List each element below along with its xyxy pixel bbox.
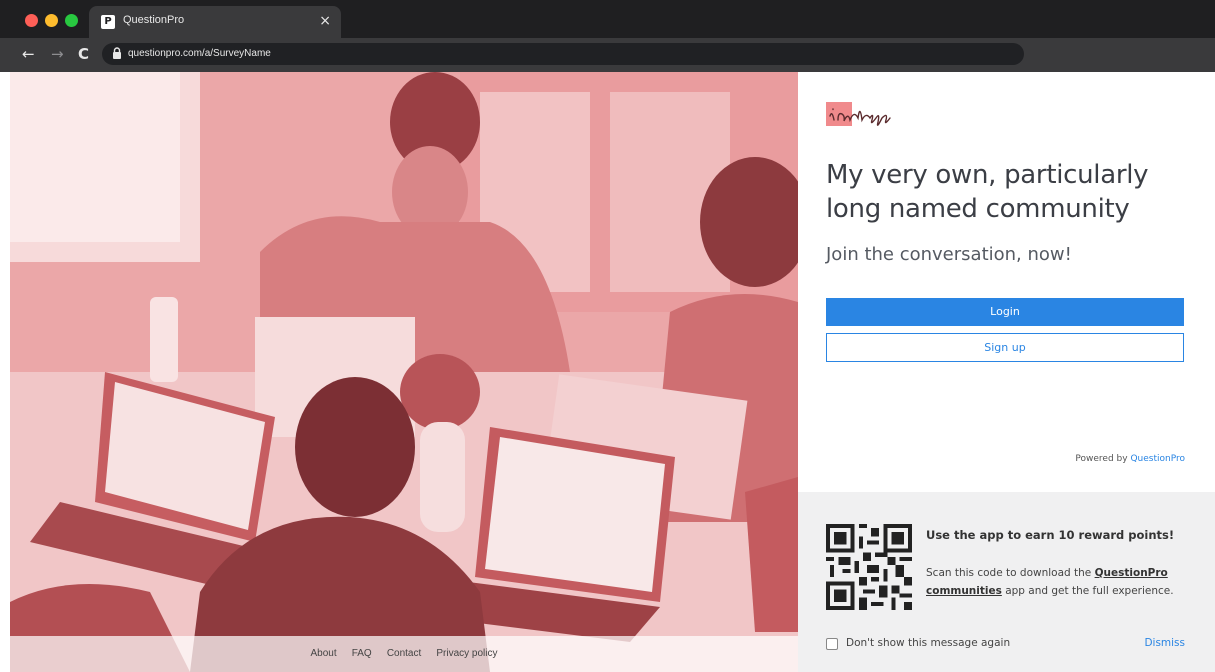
login-button[interactable]: Login: [826, 298, 1184, 326]
browser-tab-bar: P QuestionPro ×: [0, 0, 1215, 38]
footer-links: About FAQ Contact Privacy policy: [10, 636, 798, 672]
address-bar[interactable]: questionpro.com/a/SurveyName: [102, 43, 1024, 65]
powered-by-prefix: Powered by: [1075, 454, 1128, 464]
tab-close-icon[interactable]: ×: [319, 13, 331, 29]
minimize-window-button[interactable]: [45, 14, 58, 27]
maximize-window-button[interactable]: [65, 14, 78, 27]
url-text: questionpro.com/a/SurveyName: [128, 48, 271, 59]
community-logo: [826, 102, 891, 126]
qr-code-icon: [826, 524, 912, 610]
app-promo-banner: Use the app to earn 10 reward points! Sc…: [798, 492, 1215, 672]
privacy-policy-link[interactable]: Privacy policy: [436, 636, 497, 672]
back-arrow-icon[interactable]: ←: [22, 45, 35, 63]
dismiss-link[interactable]: Dismiss: [1144, 637, 1185, 649]
questionpro-favicon-icon: P: [101, 15, 115, 29]
about-link[interactable]: About: [310, 636, 336, 672]
page-subtitle: Join the conversation, now!: [826, 244, 1072, 265]
lock-icon: [113, 47, 121, 59]
faq-link[interactable]: FAQ: [352, 636, 372, 672]
promo-title: Use the app to earn 10 reward points!: [926, 528, 1175, 542]
close-window-button[interactable]: [25, 14, 38, 27]
promo-text-after: app and get the full experience.: [1005, 585, 1174, 597]
login-panel: My very own, particularly long named com…: [798, 72, 1215, 672]
reload-icon[interactable]: C: [78, 45, 89, 63]
promo-text: Scan this code to download the QuestionP…: [926, 564, 1196, 600]
browser-tab[interactable]: P QuestionPro ×: [89, 6, 341, 38]
tab-title: QuestionPro: [123, 14, 185, 26]
dont-show-checkbox[interactable]: [826, 638, 838, 650]
contact-link[interactable]: Contact: [387, 636, 421, 672]
browser-toolbar: ← → C questionpro.com/a/SurveyName: [0, 38, 1215, 72]
hero-image: About FAQ Contact Privacy policy: [10, 72, 798, 672]
promo-text-before: Scan this code to download the: [926, 567, 1092, 579]
hero-photo-illustration: [10, 72, 798, 672]
questionpro-link[interactable]: QuestionPro: [1130, 454, 1185, 464]
signup-button[interactable]: Sign up: [826, 333, 1184, 362]
powered-by: Powered by QuestionPro: [1075, 454, 1185, 464]
page-title: My very own, particularly long named com…: [826, 160, 1149, 224]
forward-arrow-icon[interactable]: →: [51, 45, 64, 63]
dont-show-label[interactable]: Don't show this message again: [846, 637, 1010, 649]
